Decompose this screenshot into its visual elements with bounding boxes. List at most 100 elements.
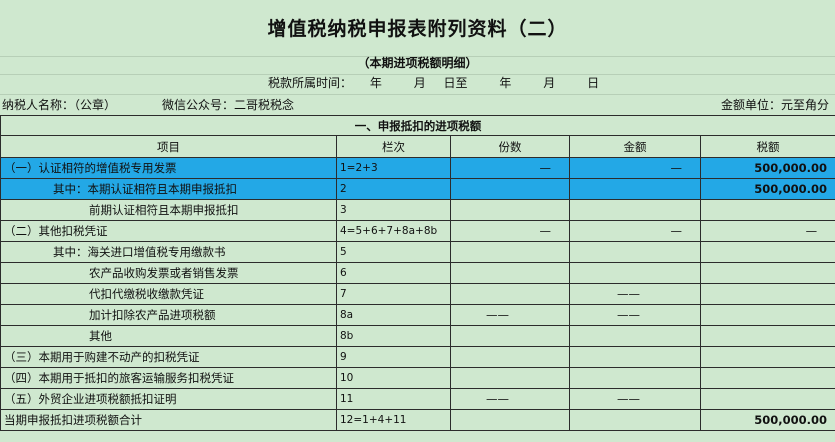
row-count[interactable] <box>450 409 570 431</box>
row-tax[interactable]: 500,000.00 <box>699 409 835 431</box>
row-code[interactable]: 6 <box>336 262 451 284</box>
row-code[interactable]: 10 <box>336 367 451 389</box>
row-count[interactable] <box>450 199 570 221</box>
wechat-label: 微信公众号：二哥税税念 <box>162 98 295 112</box>
table-row: 农产品收购发票或者销售发票 6 <box>0 262 835 284</box>
header-row: 项目 栏次 份数 金额 税额 <box>0 135 835 158</box>
row-item[interactable]: 农产品收购发票或者销售发票 <box>0 262 337 284</box>
row-item[interactable]: 前期认证相符且本期申报抵扣 <box>0 199 337 221</box>
row-code[interactable]: 8a <box>336 304 451 326</box>
row-item[interactable]: （二）其他扣税凭证 <box>0 220 337 242</box>
row-amount[interactable] <box>569 409 701 431</box>
row-amount[interactable] <box>569 262 701 284</box>
row-amount[interactable]: —— <box>569 388 701 410</box>
table-row: （五）外贸企业进项税额抵扣证明 11 —— —— <box>0 388 835 410</box>
table-row: 代扣代缴税收缴款凭证 7 —— <box>0 283 835 305</box>
table-row: 其中：海关进口增值税专用缴款书 5 <box>0 241 835 263</box>
amount-unit-label: 金额单位：元至角分 <box>720 98 829 112</box>
row-amount[interactable] <box>569 325 701 347</box>
row-item[interactable]: （四）本期用于抵扣的旅客运输服务扣税凭证 <box>0 367 337 389</box>
table-row: 其他 8b <box>0 325 835 347</box>
row-item[interactable]: 其中：本期认证相符且本期申报抵扣 <box>0 178 337 200</box>
row-tax[interactable] <box>699 367 835 389</box>
row-tax[interactable] <box>699 388 835 410</box>
row-tax[interactable] <box>699 304 835 326</box>
row-code[interactable]: 3 <box>336 199 451 221</box>
row-code[interactable]: 7 <box>336 283 451 305</box>
row-item[interactable]: 当期申报抵扣进项税额合计 <box>0 409 337 431</box>
row-item[interactable]: 其他 <box>0 325 337 347</box>
gridline <box>0 94 835 95</box>
table-row: （一）认证相符的增值税专用发票 1=2+3— —500,000.00 <box>0 157 835 179</box>
row-amount[interactable] <box>569 199 701 221</box>
period-day-end: 日 <box>587 76 600 90</box>
row-count[interactable]: —— <box>450 388 570 410</box>
header-item: 项目 <box>0 135 337 158</box>
period-year-end: 年 <box>499 76 512 90</box>
row-code[interactable]: 8b <box>336 325 451 347</box>
row-amount[interactable] <box>569 367 701 389</box>
row-code[interactable]: 1=2+3 <box>336 157 451 179</box>
row-count[interactable] <box>450 262 570 284</box>
period-month-end: 月 <box>543 76 556 90</box>
header-amount: 金额 <box>569 135 701 158</box>
row-item[interactable]: （五）外贸企业进项税额抵扣证明 <box>0 388 337 410</box>
section-title: 一、申报抵扣的进项税额 <box>0 115 835 136</box>
row-count[interactable] <box>450 241 570 263</box>
row-code[interactable]: 9 <box>336 346 451 368</box>
row-tax[interactable] <box>699 241 835 263</box>
row-item[interactable]: 其中：海关进口增值税专用缴款书 <box>0 241 337 263</box>
row-count[interactable]: — <box>450 157 570 179</box>
row-tax[interactable] <box>699 283 835 305</box>
row-tax[interactable] <box>699 199 835 221</box>
row-amount[interactable]: — <box>569 220 701 242</box>
period-year-start: 年 <box>369 76 382 90</box>
header-count: 份数 <box>450 135 570 158</box>
row-item[interactable]: （三）本期用于购建不动产的扣税凭证 <box>0 346 337 368</box>
row-amount[interactable]: —— <box>569 304 701 326</box>
row-tax[interactable] <box>699 346 835 368</box>
row-count[interactable] <box>450 283 570 305</box>
table-row: 加计扣除农产品进项税额 8a —— —— <box>0 304 835 326</box>
period-day-to: 日至 <box>443 76 468 90</box>
row-amount[interactable]: —— <box>569 283 701 305</box>
tax-period: 税款所属时间： 年 月 日至 年 月 日 <box>268 74 613 92</box>
spreadsheet-sheet: 增值税纳税申报表附列资料（二） （本期进项税额明细） 税款所属时间： 年 月 日… <box>0 0 835 442</box>
row-amount[interactable] <box>569 346 701 368</box>
table-row: （三）本期用于购建不动产的扣税凭证 9 <box>0 346 835 368</box>
table-row: （四）本期用于抵扣的旅客运输服务扣税凭证 10 <box>0 367 835 389</box>
row-tax[interactable]: 500,000.00 <box>699 157 835 179</box>
header-code: 栏次 <box>336 135 451 158</box>
row-item[interactable]: 加计扣除农产品进项税额 <box>0 304 337 326</box>
row-count[interactable] <box>450 178 570 200</box>
row-tax[interactable]: — <box>699 220 835 242</box>
row-item[interactable]: （一）认证相符的增值税专用发票 <box>0 157 337 179</box>
row-count[interactable] <box>450 325 570 347</box>
row-tax[interactable]: 500,000.00 <box>699 178 835 200</box>
row-code[interactable]: 2 <box>336 178 451 200</box>
row-tax[interactable] <box>699 325 835 347</box>
row-item[interactable]: 代扣代缴税收缴款凭证 <box>0 283 337 305</box>
form-title: 增值税纳税申报表附列资料（二） <box>267 18 568 40</box>
period-month-start: 月 <box>413 76 426 90</box>
table-row: （二）其他扣税凭证 4=5+6+7+8a+8b — — — <box>0 220 835 242</box>
row-count[interactable] <box>450 367 570 389</box>
row-amount[interactable] <box>569 241 701 263</box>
taxpayer-name-label: 纳税人名称：（公章） <box>2 98 117 112</box>
input-tax-table: 一、申报抵扣的进项税额 项目 栏次 份数 金额 税额 （一）认证相符的增值税专用… <box>0 115 835 431</box>
row-code[interactable]: 5 <box>336 241 451 263</box>
row-code[interactable]: 11 <box>336 388 451 410</box>
row-amount[interactable] <box>569 178 701 200</box>
header-tax: 税额 <box>699 135 835 158</box>
table-row: 当期申报抵扣进项税额合计 12=1+4+11 500,000.00 <box>0 409 835 431</box>
table-row: 前期认证相符且本期申报抵扣 3 <box>0 199 835 221</box>
form-subtitle: （本期进项税额明细） <box>357 56 478 70</box>
row-count[interactable] <box>450 346 570 368</box>
row-code[interactable]: 4=5+6+7+8a+8b <box>336 220 451 242</box>
row-count[interactable]: — <box>450 220 570 242</box>
table-row: 其中：本期认证相符且本期申报抵扣 2 500,000.00 <box>0 178 835 200</box>
row-tax[interactable] <box>699 262 835 284</box>
row-code[interactable]: 12=1+4+11 <box>336 409 451 431</box>
row-count[interactable]: —— <box>450 304 570 326</box>
row-amount[interactable]: — <box>569 157 701 179</box>
